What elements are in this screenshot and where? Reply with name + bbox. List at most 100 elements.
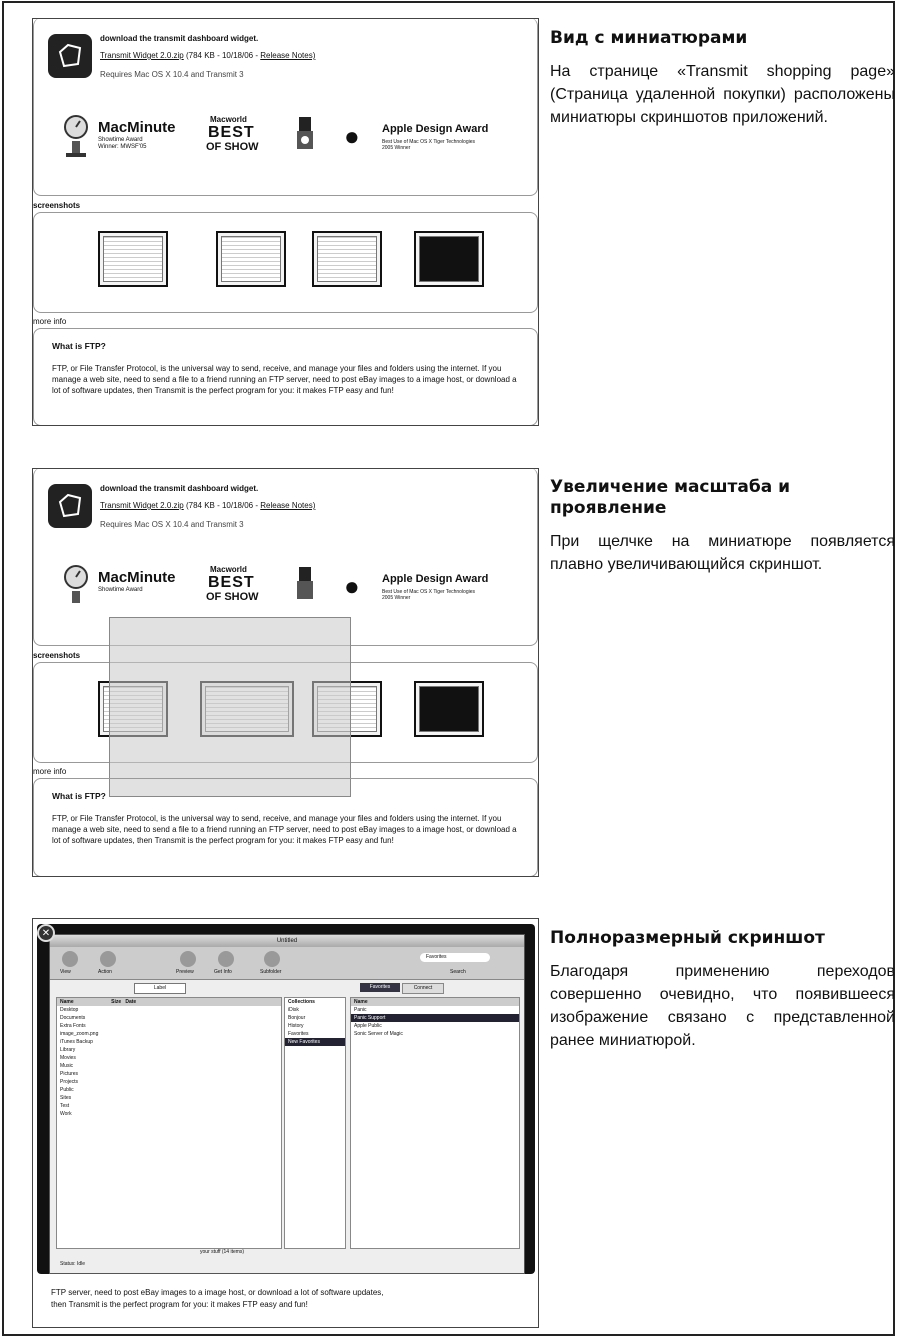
- widget-title: download the transmit dashboard widget.: [100, 34, 259, 43]
- close-icon[interactable]: ✕: [37, 924, 55, 942]
- apple-award-sub2: 2005 Winner: [382, 595, 411, 601]
- what-is-ftp-heading: What is FTP?: [52, 341, 106, 351]
- caption-1-heading: Вид с миниатюрами: [550, 28, 748, 48]
- thumbnail-1[interactable]: [98, 231, 168, 287]
- favorite-row[interactable]: Apple Public: [351, 1022, 519, 1030]
- stopwatch-icon: [62, 561, 90, 609]
- release-notes-link[interactable]: Release Notes): [260, 501, 315, 510]
- favorites-pane: Name Panic Panic Support Apple Public So…: [350, 997, 520, 1249]
- zoom-overlay: [109, 617, 351, 797]
- local-path-popup[interactable]: Label: [134, 983, 186, 994]
- collection-row[interactable]: iDisk: [285, 1006, 345, 1014]
- caption-2-heading: Увеличение масштаба и проявление: [550, 477, 791, 518]
- action-icon[interactable]: [100, 951, 116, 967]
- transmit-widget-icon: [48, 484, 92, 528]
- tool-label-getinfo: Get Info: [214, 969, 232, 975]
- robot-award-icon: [296, 565, 314, 605]
- info-box: What is FTP? FTP, or File Transfer Proto…: [33, 778, 538, 876]
- bottom-text-line2: then Transmit is the perfect program for…: [51, 1300, 308, 1309]
- file-row[interactable]: Sites: [57, 1094, 281, 1102]
- file-row[interactable]: Library: [57, 1046, 281, 1054]
- subfolder-icon[interactable]: [264, 951, 280, 967]
- file-row[interactable]: Pictures: [57, 1070, 281, 1078]
- favorite-row-selected[interactable]: Panic Support: [351, 1014, 519, 1022]
- macworld-label: Macworld: [210, 115, 247, 124]
- widget-download-link[interactable]: Transmit Widget 2.0.zip: [100, 501, 184, 510]
- collection-row[interactable]: Favorites: [285, 1030, 345, 1038]
- file-row[interactable]: Test: [57, 1102, 281, 1110]
- file-row[interactable]: Projects: [57, 1078, 281, 1086]
- thumbnail-4[interactable]: [414, 681, 484, 737]
- thumbnail-strip: [33, 212, 538, 313]
- tool-label-view: View: [60, 969, 71, 975]
- tool-label-subfolder: Subfolder: [260, 969, 282, 975]
- file-row[interactable]: Desktop: [57, 1006, 281, 1014]
- caption-1: Вид с миниатюрами На странице «Transmit …: [550, 28, 895, 129]
- widget-title: download the transmit dashboard widget.: [100, 484, 259, 493]
- macminute-sub2: Winner: MWSF'05: [98, 144, 147, 150]
- collection-row-selected[interactable]: New Favorites: [285, 1038, 345, 1046]
- status-text: Status: Idle: [60, 1261, 86, 1267]
- awards-row: MacMinute Showtime Award Macworld BEST O…: [34, 561, 538, 623]
- caption-3: Полноразмерный скриншот Благодаря примен…: [550, 928, 895, 1052]
- widget-download-row: Transmit Widget 2.0.zip (784 KB - 10/18/…: [100, 501, 315, 510]
- widget-requires: Requires Mac OS X 10.4 and Transmit 3: [100, 520, 244, 529]
- get-info-icon[interactable]: [218, 951, 234, 967]
- widget-requires: Requires Mac OS X 10.4 and Transmit 3: [100, 70, 244, 79]
- file-row[interactable]: Work: [57, 1110, 281, 1118]
- search-input[interactable]: Favorites: [420, 953, 490, 962]
- favorite-row[interactable]: Sonic Server of Magic: [351, 1030, 519, 1038]
- tab-connect[interactable]: Connect: [402, 983, 444, 994]
- thumbnail-4[interactable]: [414, 231, 484, 287]
- macminute-title: MacMinute: [98, 569, 176, 586]
- file-row[interactable]: image_zoom.png: [57, 1030, 281, 1038]
- transmit-widget-icon: [48, 34, 92, 78]
- robot-award-icon: [296, 115, 314, 155]
- collection-header: Collections: [288, 999, 315, 1005]
- caption-3-text: Благодаря применению переходов совершенн…: [550, 963, 895, 1049]
- favorites-header: Name: [351, 998, 519, 1006]
- thumbnail-3[interactable]: [312, 231, 382, 287]
- app-screenshot-backdrop: Untitled View Action Preview Get Info Su…: [37, 924, 535, 1274]
- thumbnail-2[interactable]: [216, 231, 286, 287]
- macminute-title: MacMinute: [98, 119, 176, 136]
- screenshot-zoom: download the transmit dashboard widget. …: [32, 468, 539, 877]
- apple-award-title: Apple Design Award: [382, 573, 489, 585]
- release-notes-link[interactable]: Release Notes): [260, 51, 315, 60]
- widget-meta: (784 KB - 10/18/06 -: [185, 51, 259, 60]
- apple-award-title: Apple Design Award: [382, 123, 489, 135]
- info-box: What is FTP? FTP, or File Transfer Proto…: [33, 328, 538, 425]
- macminute-sub1: Showtime Award: [98, 137, 143, 143]
- caption-2-text: При щелчке на миниатюре появляется плавн…: [550, 533, 895, 573]
- view-icon[interactable]: [62, 951, 78, 967]
- best-label: BEST: [208, 124, 255, 141]
- local-files-pane: Name Size Date Desktop Documents Extra F…: [56, 997, 282, 1249]
- widget-box: download the transmit dashboard widget. …: [33, 19, 538, 196]
- widget-download-link[interactable]: Transmit Widget 2.0.zip: [100, 51, 184, 60]
- macworld-label: Macworld: [210, 565, 247, 574]
- favorite-row[interactable]: Panic: [351, 1006, 519, 1014]
- more-info-label: more info: [33, 767, 67, 776]
- caption-3-heading: Полноразмерный скриншот: [550, 928, 825, 948]
- file-row[interactable]: Documents: [57, 1014, 281, 1022]
- screenshot-thumbnails: download the transmit dashboard widget. …: [32, 18, 539, 426]
- preview-icon[interactable]: [180, 951, 196, 967]
- file-row[interactable]: Music: [57, 1062, 281, 1070]
- ftp-description: FTP, or File Transfer Protocol, is the u…: [52, 364, 517, 395]
- screenshots-label: screenshots: [33, 651, 81, 660]
- more-info-label: more info: [33, 317, 67, 326]
- screenshot-fullsize: Untitled View Action Preview Get Info Su…: [32, 918, 539, 1328]
- file-row[interactable]: iTunes Backup: [57, 1038, 281, 1046]
- tab-favorites[interactable]: Favorites: [360, 983, 400, 992]
- file-row[interactable]: Public: [57, 1086, 281, 1094]
- what-is-ftp-heading: What is FTP?: [52, 791, 106, 801]
- column-header: Name Size Date: [57, 998, 281, 1006]
- file-row[interactable]: Extra Fonts: [57, 1022, 281, 1030]
- collection-row[interactable]: Bonjour: [285, 1014, 345, 1022]
- widget-download-row: Transmit Widget 2.0.zip (784 KB - 10/18/…: [100, 51, 315, 60]
- collections-pane: Collections iDisk Bonjour History Favori…: [284, 997, 346, 1249]
- macminute-sub1: Showtime Award: [98, 587, 143, 593]
- collection-row[interactable]: History: [285, 1022, 345, 1030]
- file-row[interactable]: Movies: [57, 1054, 281, 1062]
- tool-label-preview: Preview: [176, 969, 194, 975]
